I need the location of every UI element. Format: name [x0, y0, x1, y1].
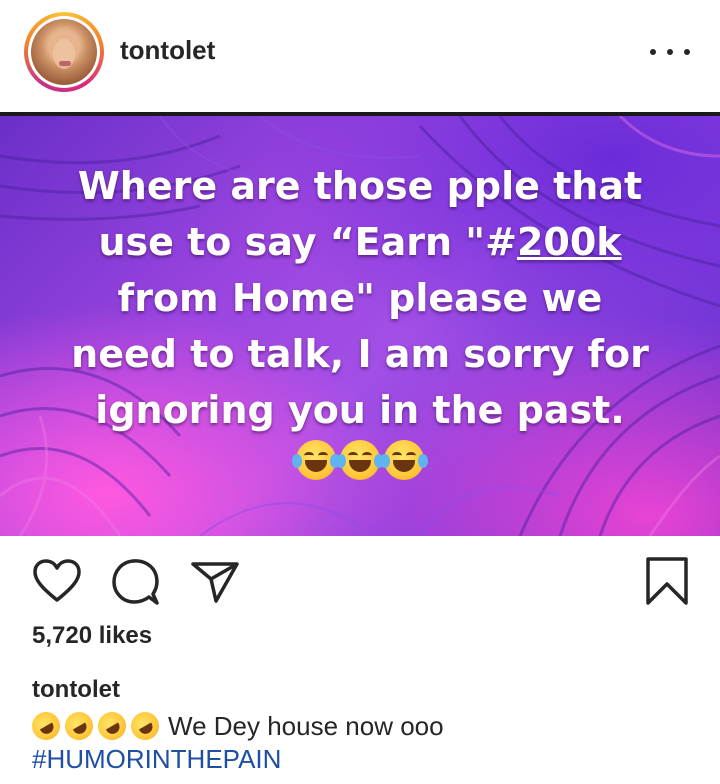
- hashtag-link[interactable]: #HUMORINTHEPAIN: [32, 744, 281, 775]
- rolling-laughing-icon: [92, 706, 132, 746]
- post-line: Where are those pple that: [77, 164, 643, 208]
- post-header: tontolet: [0, 0, 720, 108]
- comment-icon: [112, 559, 159, 605]
- avatar: [31, 19, 97, 85]
- post-actions: [0, 552, 720, 612]
- rolling-laughing-icon: [125, 706, 165, 746]
- post-line: use to say “Earn "#200k: [98, 220, 622, 264]
- post-quote-text: Where are those pple that use to say “Ea…: [30, 158, 690, 480]
- face-with-tears-of-joy-icon: [292, 440, 340, 480]
- story-ring[interactable]: [24, 12, 104, 92]
- like-button[interactable]: [32, 558, 82, 609]
- comment-button[interactable]: [110, 558, 160, 611]
- post-line: need to talk, I am sorry for: [71, 332, 649, 376]
- paper-plane-icon: [191, 562, 239, 603]
- save-button[interactable]: [644, 556, 690, 611]
- likes-count[interactable]: 5,720 likes: [32, 622, 152, 650]
- bookmark-icon: [646, 557, 688, 605]
- heart-icon: [33, 559, 81, 602]
- post-line: from Home" please we: [117, 276, 603, 320]
- post-image[interactable]: Where are those pple that use to say “Ea…: [0, 112, 720, 536]
- caption-text: We Dey house now ooo: [168, 710, 444, 741]
- caption: We Dey house now ooo: [26, 706, 444, 746]
- face-with-tears-of-joy-icon: [380, 440, 428, 480]
- share-button[interactable]: [190, 560, 240, 609]
- username-link[interactable]: tontolet: [120, 35, 215, 66]
- caption-username[interactable]: tontolet: [32, 676, 120, 704]
- laughing-emoji-row: [30, 440, 690, 480]
- rolling-laughing-icon: [59, 706, 99, 746]
- face-with-tears-of-joy-icon: [336, 440, 384, 480]
- post-line: ignoring you in the past.: [95, 388, 625, 432]
- rolling-laughing-icon: [26, 706, 66, 746]
- more-options-icon[interactable]: [650, 40, 690, 64]
